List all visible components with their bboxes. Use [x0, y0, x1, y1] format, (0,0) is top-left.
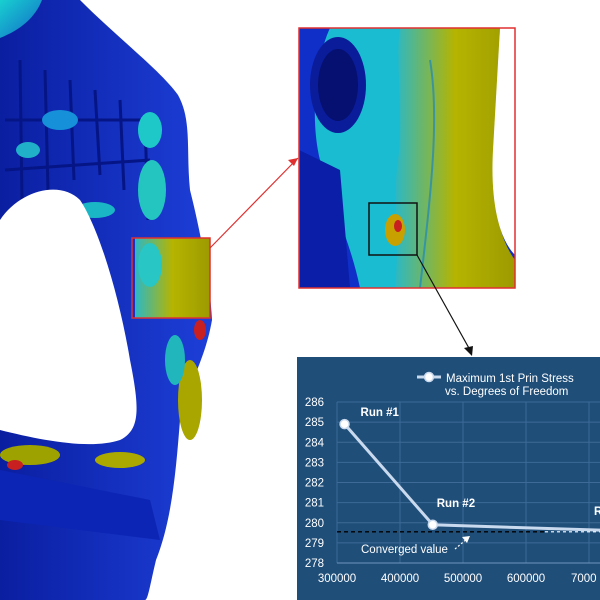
y-tick-label: 281 — [305, 498, 324, 510]
y-tick-label: 286 — [305, 397, 324, 409]
callout-connector-red — [209, 157, 299, 249]
run-label: Run #2 — [437, 498, 475, 510]
x-tick-label: 300000 — [318, 573, 356, 585]
y-tick-label: 280 — [305, 518, 324, 530]
chart-title-line2: vs. Degrees of Freedom — [445, 386, 568, 398]
x-tick-label: 7000 — [571, 573, 597, 585]
red-arrowhead — [288, 158, 298, 166]
fea-model-view — [0, 0, 212, 600]
x-tick-label: 600000 — [507, 573, 545, 585]
zoom-detail-view — [299, 28, 515, 288]
y-tick-label: 283 — [305, 457, 324, 469]
y-tick-label: 285 — [305, 417, 324, 429]
data-point — [339, 418, 350, 430]
y-axis-ticks: 286 285 284 283 282 281 280 279 278 — [305, 397, 325, 570]
convergence-chart: 286 285 284 283 282 281 280 279 278 300000 400000… — [297, 357, 600, 600]
y-tick-label: 282 — [305, 478, 324, 490]
black-arrowhead — [464, 346, 473, 356]
y-tick-label: 284 — [305, 437, 325, 449]
chart-title-line1: Maximum 1st Prin Stress — [446, 373, 574, 385]
data-point — [427, 519, 439, 531]
y-tick-label: 279 — [305, 538, 324, 550]
converged-value-label: Converged value — [361, 544, 448, 556]
x-tick-label: 500000 — [444, 573, 482, 585]
run-label: R — [594, 506, 600, 518]
y-tick-label: 278 — [305, 558, 324, 570]
run-label: Run #1 — [361, 407, 400, 419]
x-tick-label: 400000 — [381, 573, 419, 585]
